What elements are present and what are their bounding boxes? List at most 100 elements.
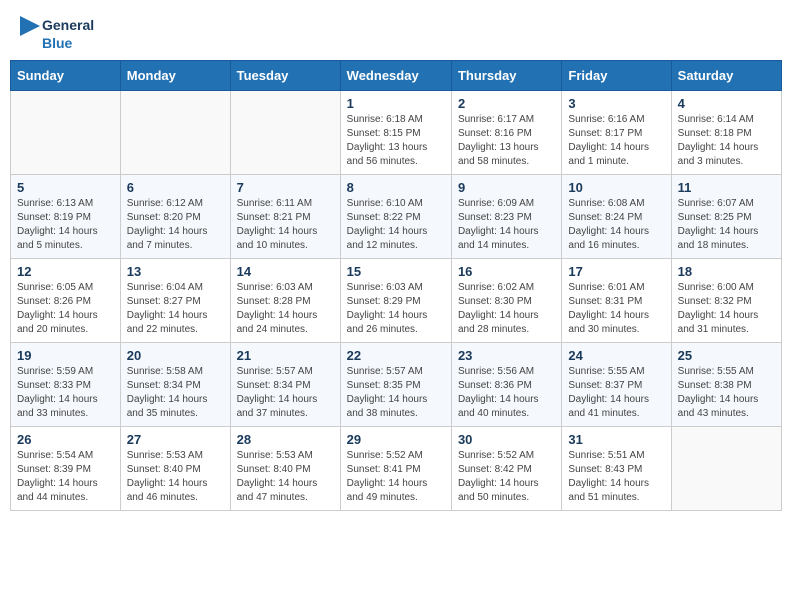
day-number: 4 [678,96,775,111]
week-row-4: 19 Sunrise: 5:59 AM Sunset: 8:33 PM Dayli… [11,343,782,427]
logo-general: General [42,16,94,34]
day-info: Sunrise: 6:11 AM Sunset: 8:21 PM Dayligh… [237,197,334,253]
day-info: Sunrise: 6:07 AM Sunset: 8:25 PM Dayligh… [678,197,775,253]
day-cell-12: 12Sunrise: 6:05 AM Sunset: 8:26 PM Dayli… [11,259,121,343]
day-info: Sunrise: 5:58 AM Sunset: 8:34 PM Dayligh… [127,365,224,421]
day-cell-8: 8 Sunrise: 6:10 AM Sunset: 8:22 PM Daylig… [340,175,451,259]
day-cell-10: 10 Sunrise: 6:08 AM Sunset: 8:24 PM Dayli… [562,175,671,259]
day-info: Sunrise: 6:03 AM Sunset: 8:29 PM Dayligh… [347,281,445,337]
day-number: 8 [347,180,445,195]
day-info: Sunrise: 5:52 AM Sunset: 8:41 PM Dayligh… [347,449,445,505]
day-number: 1 [347,96,445,111]
day-cell-4: 4 Sunrise: 6:14 AM Sunset: 8:18 PM Daylig… [671,91,781,175]
day-cell-30: 30Sunrise: 5:52 AM Sunset: 8:42 PM Dayli… [451,427,561,511]
day-cell-11: 11 Sunrise: 6:07 AM Sunset: 8:25 PM Dayli… [671,175,781,259]
day-info: Sunrise: 6:01 AM Sunset: 8:31 PM Dayligh… [568,281,664,337]
day-info: Sunrise: 5:53 AM Sunset: 8:40 PM Dayligh… [237,449,334,505]
day-cell-23: 23Sunrise: 5:56 AM Sunset: 8:36 PM Dayli… [451,343,561,427]
day-info: Sunrise: 5:56 AM Sunset: 8:36 PM Dayligh… [458,365,555,421]
day-number: 19 [17,348,114,363]
logo-text: General Blue [42,16,94,52]
day-info: Sunrise: 6:02 AM Sunset: 8:30 PM Dayligh… [458,281,555,337]
day-info: Sunrise: 6:10 AM Sunset: 8:22 PM Dayligh… [347,197,445,253]
day-cell-21: 21Sunrise: 5:57 AM Sunset: 8:34 PM Dayli… [230,343,340,427]
day-info: Sunrise: 5:57 AM Sunset: 8:35 PM Dayligh… [347,365,445,421]
day-number: 26 [17,432,114,447]
day-cell-20: 20 Sunrise: 5:58 AM Sunset: 8:34 PM Dayli… [120,343,230,427]
day-cell-13: 13 Sunrise: 6:04 AM Sunset: 8:27 PM Dayli… [120,259,230,343]
day-number: 20 [127,348,224,363]
day-info: Sunrise: 5:51 AM Sunset: 8:43 PM Dayligh… [568,449,664,505]
day-cell-31: 31Sunrise: 5:51 AM Sunset: 8:43 PM Dayli… [562,427,671,511]
day-info: Sunrise: 6:00 AM Sunset: 8:32 PM Dayligh… [678,281,775,337]
day-cell-empty [230,91,340,175]
day-info: Sunrise: 6:04 AM Sunset: 8:27 PM Dayligh… [127,281,224,337]
day-cell-6: 6Sunrise: 6:12 AM Sunset: 8:20 PM Daylig… [120,175,230,259]
day-info: Sunrise: 5:55 AM Sunset: 8:38 PM Dayligh… [678,365,775,421]
day-info: Sunrise: 5:53 AM Sunset: 8:40 PM Dayligh… [127,449,224,505]
page-header: General Blue [0,0,792,60]
day-cell-26: 26Sunrise: 5:54 AM Sunset: 8:39 PM Dayli… [11,427,121,511]
day-cell-22: 22 Sunrise: 5:57 AM Sunset: 8:35 PM Dayli… [340,343,451,427]
day-cell-15: 15 Sunrise: 6:03 AM Sunset: 8:29 PM Dayli… [340,259,451,343]
day-cell-2: 2Sunrise: 6:17 AM Sunset: 8:16 PM Daylig… [451,91,561,175]
weekday-header-tuesday: Tuesday [230,61,340,91]
day-info: Sunrise: 6:18 AM Sunset: 8:15 PM Dayligh… [347,113,445,169]
calendar-header: SundayMondayTuesdayWednesdayThursdayFrid… [11,61,782,91]
day-cell-14: 14 Sunrise: 6:03 AM Sunset: 8:28 PM Dayli… [230,259,340,343]
logo-blue: Blue [42,34,94,52]
day-number: 7 [237,180,334,195]
day-number: 30 [458,432,555,447]
day-cell-empty [671,427,781,511]
day-number: 15 [347,264,445,279]
day-cell-9: 9Sunrise: 6:09 AM Sunset: 8:23 PM Daylig… [451,175,561,259]
day-number: 13 [127,264,224,279]
day-number: 10 [568,180,664,195]
logo: General Blue [20,16,94,52]
day-number: 3 [568,96,664,111]
week-row-5: 26Sunrise: 5:54 AM Sunset: 8:39 PM Dayli… [11,427,782,511]
day-info: Sunrise: 6:09 AM Sunset: 8:23 PM Dayligh… [458,197,555,253]
day-info: Sunrise: 6:08 AM Sunset: 8:24 PM Dayligh… [568,197,664,253]
day-info: Sunrise: 6:14 AM Sunset: 8:18 PM Dayligh… [678,113,775,169]
day-info: Sunrise: 5:57 AM Sunset: 8:34 PM Dayligh… [237,365,334,421]
day-info: Sunrise: 6:17 AM Sunset: 8:16 PM Dayligh… [458,113,555,169]
day-cell-24: 24 Sunrise: 5:55 AM Sunset: 8:37 PM Dayli… [562,343,671,427]
week-row-3: 12Sunrise: 6:05 AM Sunset: 8:26 PM Dayli… [11,259,782,343]
day-info: Sunrise: 6:03 AM Sunset: 8:28 PM Dayligh… [237,281,334,337]
day-info: Sunrise: 6:16 AM Sunset: 8:17 PM Dayligh… [568,113,664,169]
day-number: 27 [127,432,224,447]
day-cell-17: 17Sunrise: 6:01 AM Sunset: 8:31 PM Dayli… [562,259,671,343]
day-cell-empty [11,91,121,175]
day-cell-1: 1 Sunrise: 6:18 AM Sunset: 8:15 PM Daylig… [340,91,451,175]
day-cell-18: 18Sunrise: 6:00 AM Sunset: 8:32 PM Dayli… [671,259,781,343]
week-row-1: 1 Sunrise: 6:18 AM Sunset: 8:15 PM Daylig… [11,91,782,175]
day-number: 14 [237,264,334,279]
weekday-header-sunday: Sunday [11,61,121,91]
day-cell-5: 5 Sunrise: 6:13 AM Sunset: 8:19 PM Daylig… [11,175,121,259]
calendar-table: SundayMondayTuesdayWednesdayThursdayFrid… [10,60,782,511]
day-info: Sunrise: 6:12 AM Sunset: 8:20 PM Dayligh… [127,197,224,253]
weekday-header-monday: Monday [120,61,230,91]
calendar-wrapper: SundayMondayTuesdayWednesdayThursdayFrid… [0,60,792,521]
day-number: 11 [678,180,775,195]
day-info: Sunrise: 5:55 AM Sunset: 8:37 PM Dayligh… [568,365,664,421]
day-info: Sunrise: 5:59 AM Sunset: 8:33 PM Dayligh… [17,365,114,421]
weekday-row: SundayMondayTuesdayWednesdayThursdayFrid… [11,61,782,91]
day-number: 22 [347,348,445,363]
day-info: Sunrise: 6:13 AM Sunset: 8:19 PM Dayligh… [17,197,114,253]
calendar-body: 1 Sunrise: 6:18 AM Sunset: 8:15 PM Daylig… [11,91,782,511]
logo-triangle-icon [20,16,40,52]
day-cell-28: 28 Sunrise: 5:53 AM Sunset: 8:40 PM Dayli… [230,427,340,511]
weekday-header-wednesday: Wednesday [340,61,451,91]
day-number: 24 [568,348,664,363]
day-number: 28 [237,432,334,447]
day-cell-25: 25Sunrise: 5:55 AM Sunset: 8:38 PM Dayli… [671,343,781,427]
day-number: 5 [17,180,114,195]
day-cell-27: 27 Sunrise: 5:53 AM Sunset: 8:40 PM Dayli… [120,427,230,511]
day-cell-29: 29Sunrise: 5:52 AM Sunset: 8:41 PM Dayli… [340,427,451,511]
day-cell-16: 16Sunrise: 6:02 AM Sunset: 8:30 PM Dayli… [451,259,561,343]
day-cell-7: 7 Sunrise: 6:11 AM Sunset: 8:21 PM Daylig… [230,175,340,259]
weekday-header-friday: Friday [562,61,671,91]
day-cell-empty [120,91,230,175]
